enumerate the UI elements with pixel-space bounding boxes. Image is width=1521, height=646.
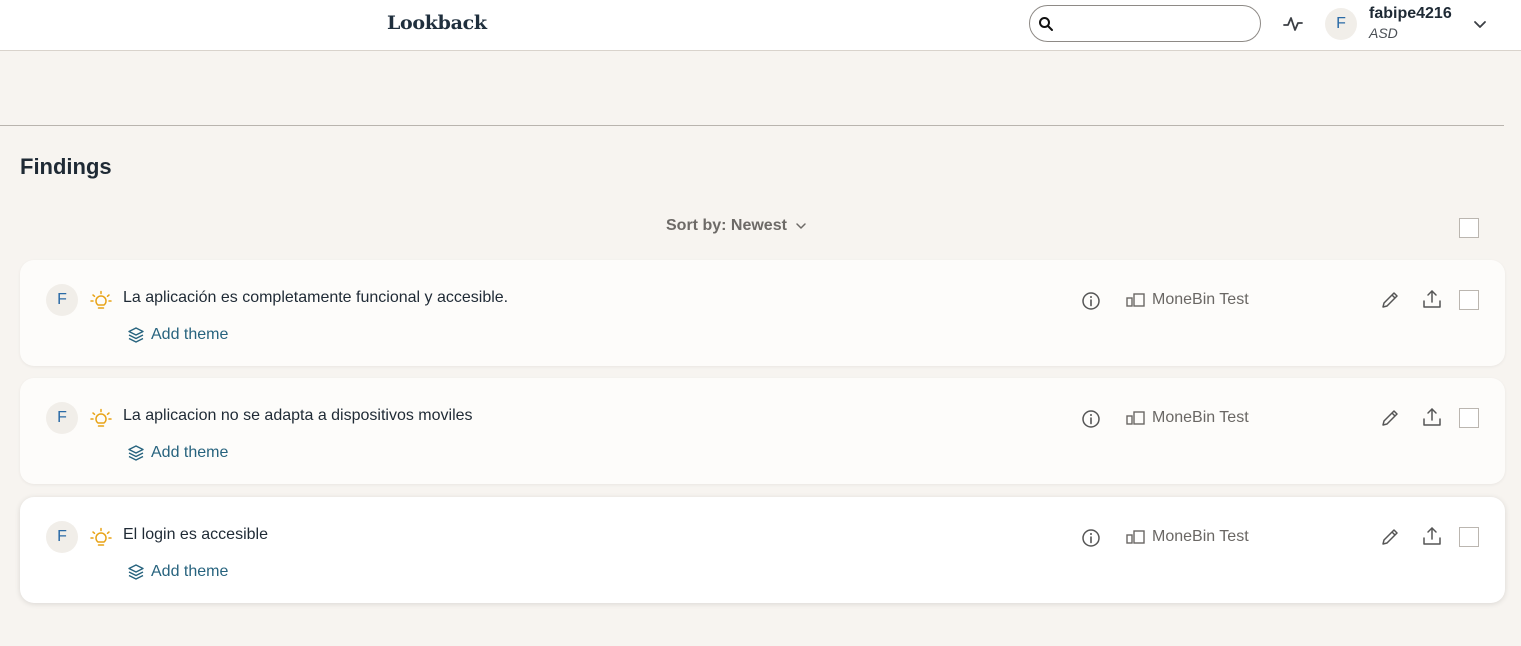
add-theme-label: Add theme <box>151 326 229 343</box>
project-name: MoneBin Test <box>1152 409 1249 426</box>
lightbulb-icon <box>90 290 112 309</box>
organization-name: ASD <box>1369 25 1398 41</box>
finding-checkbox[interactable] <box>1459 408 1479 428</box>
finding-title[interactable]: La aplicación es completamente funcional… <box>123 289 508 307</box>
finding-title[interactable]: El login es accesible <box>123 526 268 544</box>
sort-dropdown[interactable]: Sort by: Newest <box>666 217 807 235</box>
search-input[interactable] <box>1060 12 1250 36</box>
project-name: MoneBin Test <box>1152 291 1249 308</box>
info-icon[interactable] <box>1081 528 1101 548</box>
lightbulb-icon <box>90 408 112 427</box>
pencil-icon[interactable] <box>1380 527 1400 547</box>
finding-checkbox[interactable] <box>1459 527 1479 547</box>
user-name[interactable]: fabipe4216 <box>1369 5 1452 23</box>
project-icon <box>1126 411 1145 425</box>
chevron-down-icon <box>796 223 806 229</box>
pencil-icon[interactable] <box>1380 290 1400 310</box>
project-link[interactable]: MoneBin Test <box>1126 528 1249 546</box>
project-icon <box>1126 530 1145 544</box>
add-theme-button[interactable]: Add theme <box>127 563 228 581</box>
add-theme-label: Add theme <box>151 563 229 580</box>
add-theme-label: Add theme <box>151 444 229 461</box>
project-name: MoneBin Test <box>1152 528 1249 545</box>
layers-icon <box>128 445 144 461</box>
author-avatar: F <box>46 284 78 316</box>
project-icon <box>1126 293 1145 307</box>
layers-icon <box>128 327 144 343</box>
add-theme-button[interactable]: Add theme <box>127 444 228 462</box>
project-link[interactable]: MoneBin Test <box>1126 291 1249 309</box>
share-icon[interactable] <box>1422 289 1442 309</box>
author-avatar: F <box>46 402 78 434</box>
select-all-checkbox[interactable] <box>1459 218 1479 238</box>
search-box[interactable] <box>1029 5 1261 42</box>
info-icon[interactable] <box>1081 409 1101 429</box>
finding-title[interactable]: La aplicacion no se adapta a dispositivo… <box>123 407 473 425</box>
author-avatar: F <box>46 521 78 553</box>
info-icon[interactable] <box>1081 291 1101 311</box>
share-icon[interactable] <box>1422 407 1442 427</box>
share-icon[interactable] <box>1422 526 1442 546</box>
top-bar: Lookback F fabipe4216 ASD <box>0 0 1521 51</box>
project-link[interactable]: MoneBin Test <box>1126 409 1249 427</box>
finding-card[interactable]: F El login es accesible Add theme MoneBi… <box>20 497 1505 603</box>
user-avatar[interactable]: F <box>1325 8 1357 40</box>
layers-icon <box>128 564 144 580</box>
app-logo[interactable]: Lookback <box>387 12 487 34</box>
activity-icon[interactable] <box>1283 14 1303 34</box>
chevron-down-icon[interactable] <box>1472 16 1488 32</box>
finding-card[interactable]: F La aplicacion no se adapta a dispositi… <box>20 378 1505 484</box>
sort-label: Sort by: Newest <box>666 217 787 234</box>
finding-checkbox[interactable] <box>1459 290 1479 310</box>
search-icon <box>1039 17 1053 31</box>
lightbulb-icon <box>90 527 112 546</box>
finding-card[interactable]: F La aplicación es completamente funcion… <box>20 260 1505 366</box>
pencil-icon[interactable] <box>1380 408 1400 428</box>
page-title: Findings <box>20 154 112 179</box>
section-divider <box>0 125 1504 126</box>
add-theme-button[interactable]: Add theme <box>127 326 228 344</box>
